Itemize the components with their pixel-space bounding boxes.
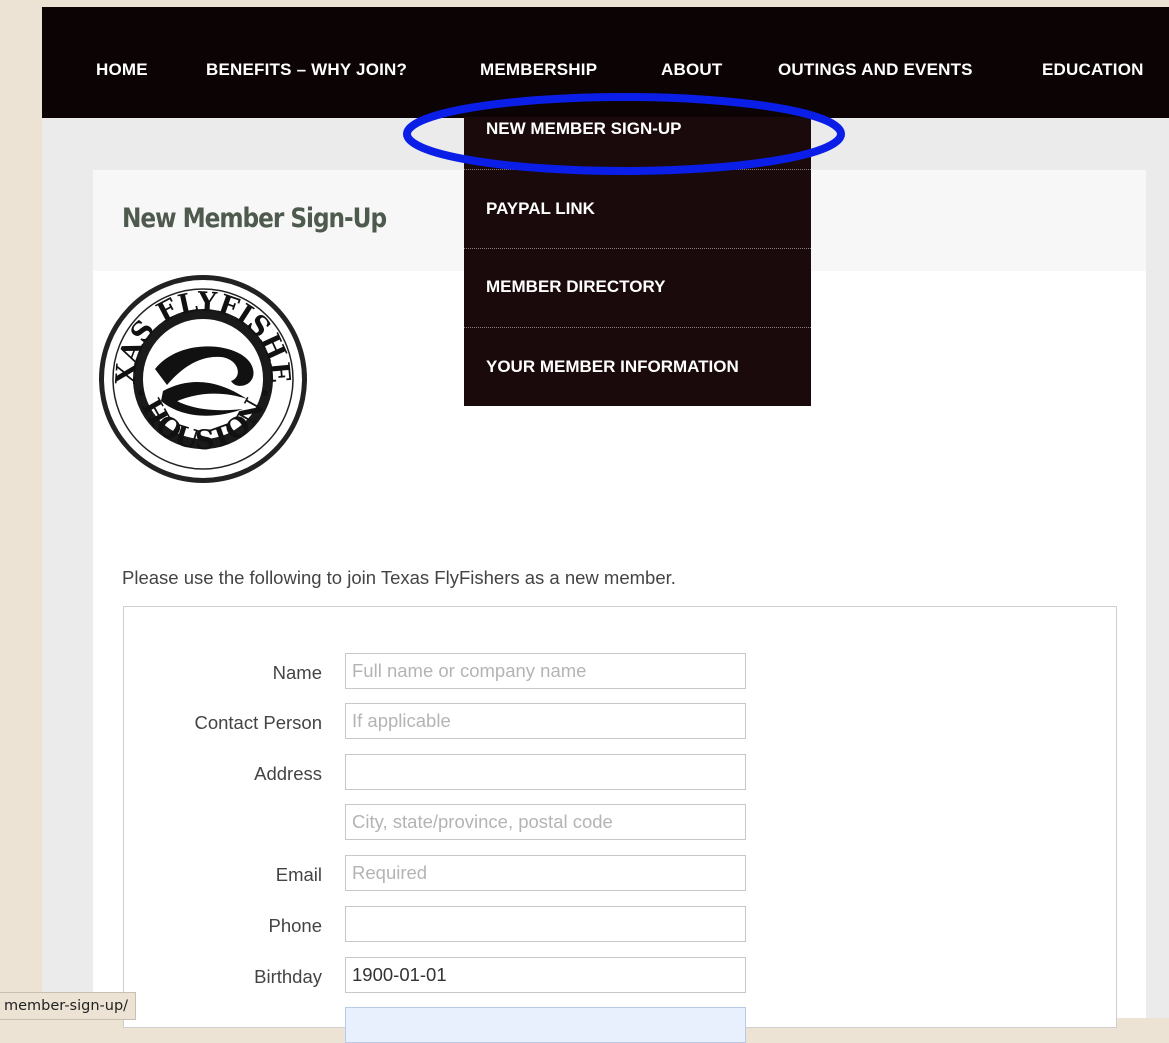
name-input[interactable] [345, 653, 746, 689]
phone-input[interactable] [345, 906, 746, 942]
dropdown-item-label: NEW MEMBER SIGN-UP [486, 119, 682, 138]
email-input[interactable] [345, 855, 746, 891]
texas-flyfishers-logo: TEXAS FLYFISHERS HOUSTON [97, 273, 307, 483]
phone-label: Phone [268, 915, 323, 936]
birthday-label: Birthday [254, 966, 322, 987]
intro-text: Please use the following to join Texas F… [122, 567, 676, 588]
nav-item-education[interactable]: EDUCATION [1042, 60, 1144, 80]
address-input[interactable] [345, 754, 746, 790]
main-navbar: HOME BENEFITS – WHY JOIN? MEMBERSHIP ABO… [42, 7, 1169, 118]
dropdown-item-label: MEMBER DIRECTORY [486, 277, 666, 296]
dropdown-item-paypal-link[interactable]: PAYPAL LINK [464, 170, 811, 248]
dropdown-item-label: PAYPAL LINK [486, 199, 595, 218]
city-state-postal-input[interactable] [345, 804, 746, 840]
membership-dropdown-menu: NEW MEMBER SIGN-UP PAYPAL LINK MEMBER DI… [464, 117, 811, 406]
nav-item-home[interactable]: HOME [96, 60, 148, 80]
nav-item-benefits[interactable]: BENEFITS – WHY JOIN? [206, 60, 407, 80]
dropdown-item-your-member-information[interactable]: YOUR MEMBER INFORMATION [464, 328, 811, 406]
address-label: Address [254, 763, 322, 784]
birthday-input[interactable] [345, 957, 746, 993]
name-label: Name [272, 662, 322, 683]
nav-item-membership[interactable]: MEMBERSHIP [480, 60, 597, 80]
email-label: Email [275, 864, 322, 885]
nav-item-outings-and-events[interactable]: OUTINGS AND EVENTS [778, 60, 973, 80]
browser-frame [0, 0, 1169, 7]
dropdown-item-label: YOUR MEMBER INFORMATION [486, 357, 739, 376]
additional-input[interactable] [345, 1007, 746, 1043]
contact-person-label: Contact Person [194, 712, 322, 733]
nav-item-about[interactable]: ABOUT [661, 60, 722, 80]
dropdown-item-member-directory[interactable]: MEMBER DIRECTORY [464, 249, 811, 327]
contact-person-input[interactable] [345, 703, 746, 739]
page-title: New Member Sign-Up [122, 203, 387, 234]
status-bar-url: member-sign-up/ [0, 992, 137, 1020]
